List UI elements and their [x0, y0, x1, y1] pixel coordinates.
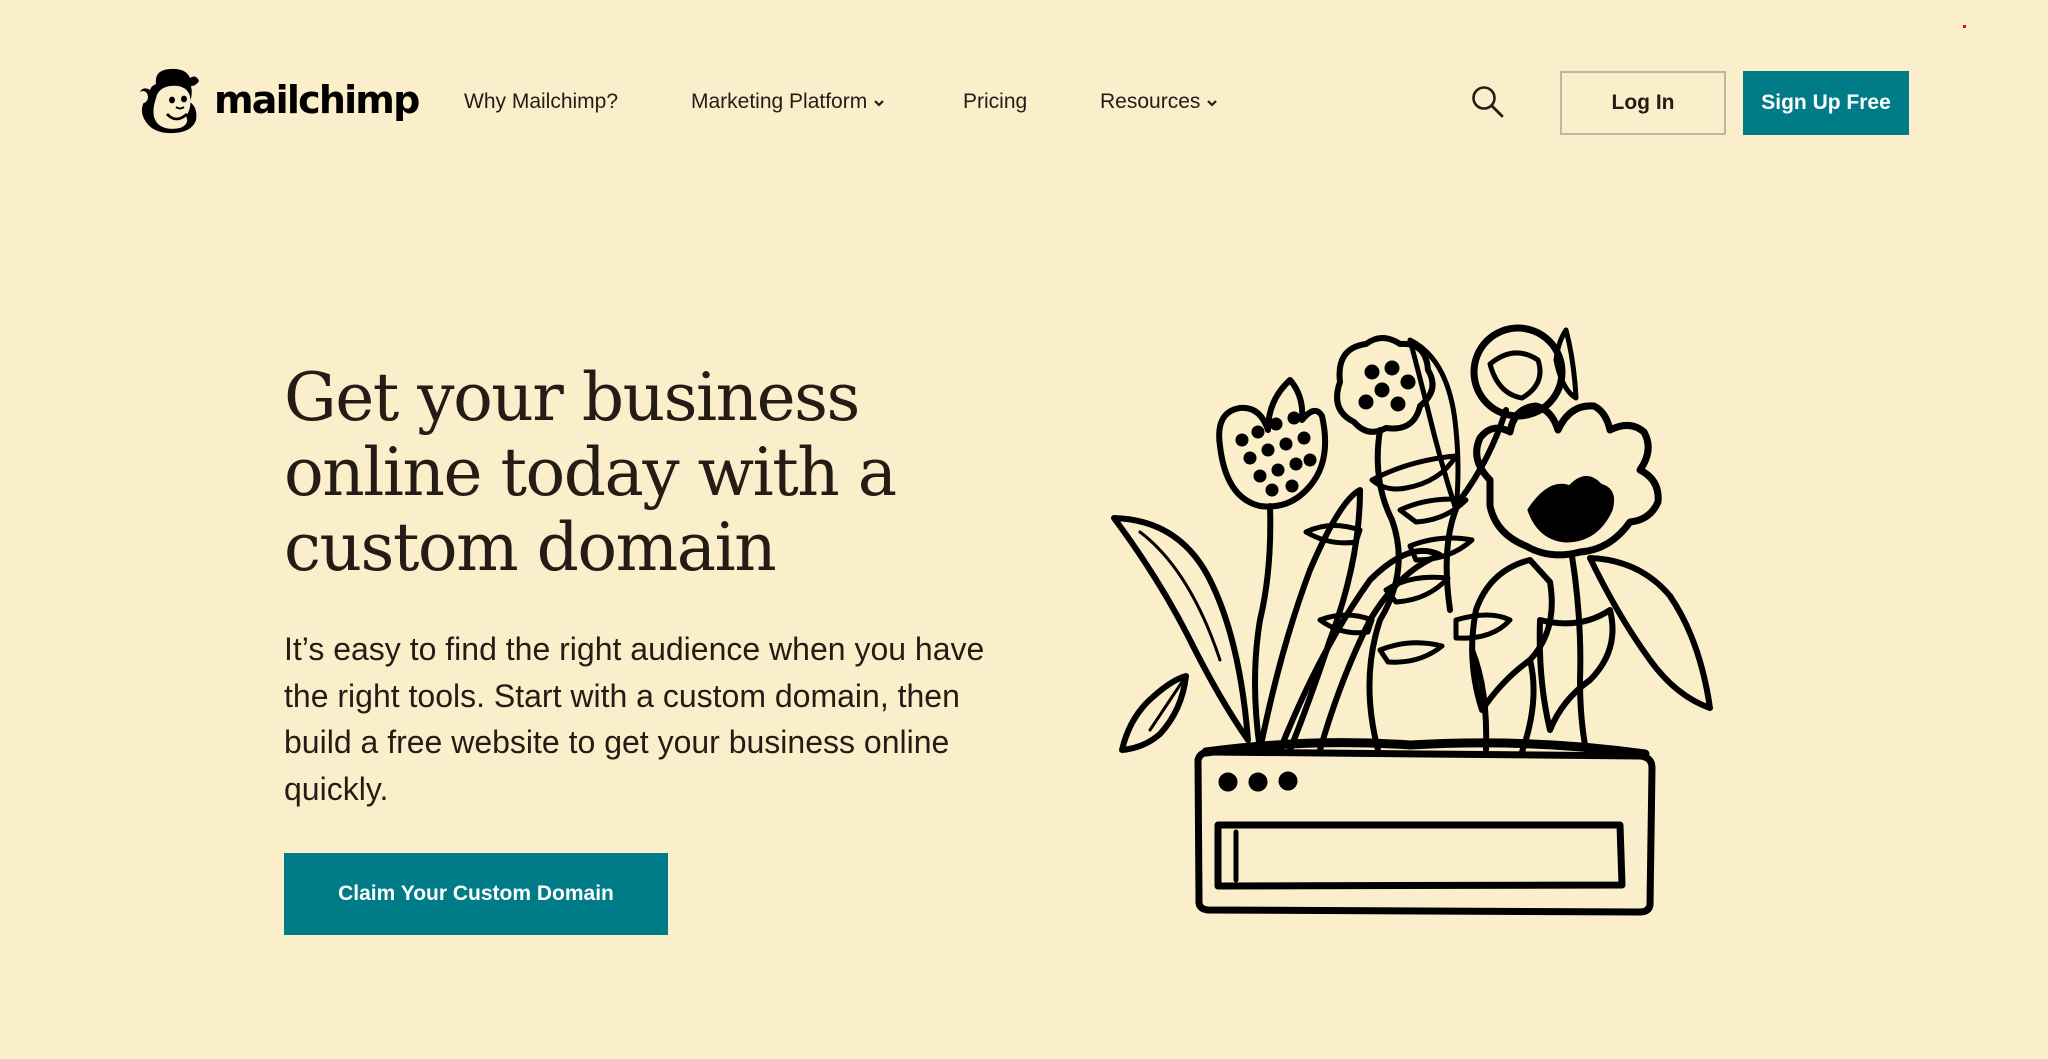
nav-label: Pricing [963, 90, 1028, 113]
freddie-monkey-icon [138, 68, 199, 134]
nav-label: Marketing Platform [691, 90, 868, 113]
logo-wordmark: mailchimp [214, 78, 420, 122]
search-icon[interactable] [1470, 84, 1506, 120]
flowers-planter-illustration [1111, 324, 1713, 916]
nav-label: Resources [1100, 90, 1201, 113]
red-dot-decoration [1963, 25, 1966, 28]
claim-domain-button[interactable]: Claim Your Custom Domain [284, 853, 668, 935]
nav-resources[interactable]: Resources [1100, 90, 1218, 114]
hero-description: It’s easy to find the right audience whe… [284, 631, 985, 807]
nav-label: Why Mailchimp? [464, 90, 619, 113]
site-header: mailchimp Why Mailchimp? Marketing Platf… [0, 0, 2048, 210]
nav-pricing[interactable]: Pricing [963, 90, 1027, 114]
hero-title: Get your business online today with a cu… [284, 359, 897, 586]
chevron-down-icon [1207, 100, 1218, 107]
login-button[interactable]: Log In [1560, 71, 1726, 135]
signup-button[interactable]: Sign Up Free [1743, 71, 1909, 135]
chevron-down-icon [874, 100, 885, 107]
nav-marketing-platform[interactable]: Marketing Platform [691, 90, 885, 114]
mailchimp-logo[interactable]: mailchimp [136, 64, 420, 136]
nav-why-mailchimp[interactable]: Why Mailchimp? [464, 90, 618, 114]
